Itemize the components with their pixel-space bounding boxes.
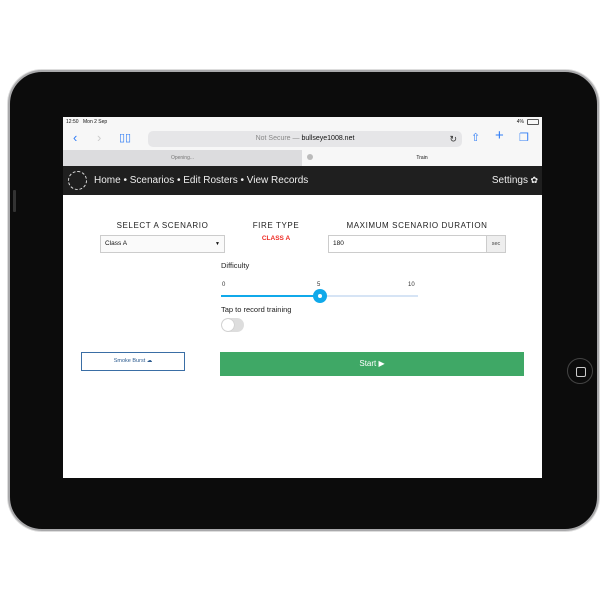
back-icon[interactable]: ‹ (73, 130, 77, 146)
url-bar[interactable]: Not Secure — bullseye1008.net ↻ (148, 131, 462, 147)
tab-opening[interactable]: Opening... (63, 150, 302, 166)
status-time: 12:50 (66, 119, 79, 125)
difficulty-track[interactable] (221, 289, 418, 303)
record-label: Tap to record training (221, 305, 292, 314)
tabs-icon[interactable]: ❐ (519, 130, 529, 146)
difficulty-label: Difficulty (221, 261, 250, 270)
home-button[interactable] (567, 358, 593, 384)
start-button[interactable]: Start ▶ (220, 352, 524, 376)
difficulty-fill (221, 295, 320, 297)
navbar: Home • Scenarios • Edit Rosters • View R… (63, 166, 542, 195)
gear-icon[interactable]: ✿ (530, 166, 538, 195)
scenario-select[interactable]: Class A ▼ (100, 235, 225, 253)
difficulty-thumb[interactable] (312, 289, 327, 303)
logo-icon[interactable] (68, 171, 87, 190)
share-icon[interactable]: ⇧ (471, 130, 480, 146)
scenario-value: Class A (105, 240, 128, 247)
status-bar: 12:50 Mon 2 Sep 4% (63, 117, 542, 127)
duration-unit: sec (486, 235, 506, 253)
tab-train[interactable]: Train (302, 150, 542, 166)
status-date: Mon 2 Sep (83, 119, 108, 125)
settings-link[interactable]: Settings (492, 166, 528, 195)
side-button (13, 190, 16, 212)
chevron-down-icon: ▼ (215, 241, 220, 247)
smoke-burst-button[interactable]: Smoke Burst ☁ (81, 352, 185, 371)
url-prefix: Not Secure — (255, 135, 300, 142)
difficulty-min: 0 (222, 282, 226, 288)
difficulty-max: 10 (408, 282, 415, 288)
browser-toolbar: ‹ › ▯▯ Not Secure — bullseye1008.net ↻ ⇧… (63, 127, 542, 150)
battery-percent: 4% (516, 119, 524, 125)
forward-icon[interactable]: › (97, 130, 101, 146)
fire-type-value: CLASS A (261, 235, 291, 242)
difficulty-mid: 5 (317, 282, 321, 288)
cloud-icon: ☁ (146, 358, 153, 364)
record-toggle[interactable] (221, 318, 244, 332)
nav-links[interactable]: Home • Scenarios • Edit Rosters • View R… (94, 166, 308, 195)
battery-icon (527, 119, 539, 125)
duration-heading: MAXIMUM SCENARIO DURATION (346, 221, 488, 230)
tab-bar: Opening... Train (63, 150, 542, 166)
smoke-burst-label: Smoke Burst (113, 358, 146, 364)
screen: 12:50 Mon 2 Sep 4% ‹ › ▯▯ Not Secure — b… (63, 117, 542, 478)
new-tab-icon[interactable]: + (495, 128, 504, 144)
url-domain: bullseye1008.net (301, 135, 355, 142)
scenario-heading: SELECT A SCENARIO (116, 221, 209, 230)
duration-input[interactable]: 180 (328, 235, 487, 253)
reload-icon[interactable]: ↻ (449, 131, 457, 147)
fire-type-heading: FIRE TYPE (252, 221, 300, 230)
bookmarks-icon[interactable]: ▯▯ (119, 130, 131, 146)
close-tab-icon[interactable] (307, 154, 313, 160)
